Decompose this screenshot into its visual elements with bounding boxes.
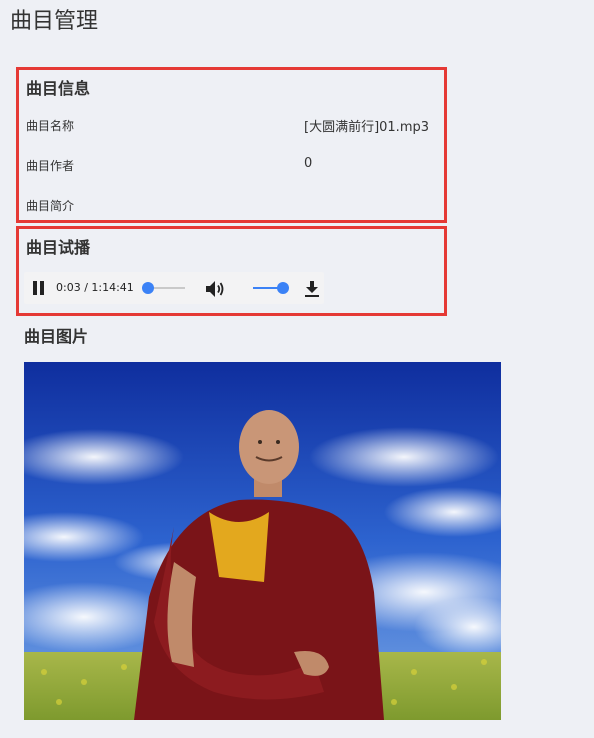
volume-thumb[interactable] xyxy=(277,282,289,294)
track-author-value: 0 xyxy=(304,156,313,171)
time-display: 0:03 / 1:14:41 xyxy=(56,281,134,294)
download-icon[interactable] xyxy=(304,280,320,298)
track-name-value: [大圆满前行]01.mp3 xyxy=(304,120,430,135)
audio-player: 0:03 / 1:14:41 xyxy=(24,272,324,304)
track-intro-label: 曲目简介 xyxy=(26,199,75,213)
page-title: 曲目管理 xyxy=(10,9,99,34)
track-picture xyxy=(24,362,501,720)
volume-slider[interactable] xyxy=(253,282,289,294)
progress-slider[interactable] xyxy=(142,282,185,294)
volume-icon[interactable] xyxy=(205,280,225,298)
track-author-label: 曲目作者 xyxy=(26,159,75,173)
track-info-title: 曲目信息 xyxy=(26,79,91,98)
track-info-panel: 曲目信息 曲目名称 [大圆满前行]01.mp3 曲目作者 0 曲目简介 xyxy=(16,67,447,223)
progress-thumb[interactable] xyxy=(142,282,155,294)
track-name-label: 曲目名称 xyxy=(26,119,75,133)
track-preview-panel: 曲目试播 0:03 / 1:14:41 xyxy=(16,226,447,316)
track-picture-title: 曲目图片 xyxy=(24,327,89,346)
pause-icon[interactable] xyxy=(32,281,46,295)
track-preview-title: 曲目试播 xyxy=(26,238,91,257)
